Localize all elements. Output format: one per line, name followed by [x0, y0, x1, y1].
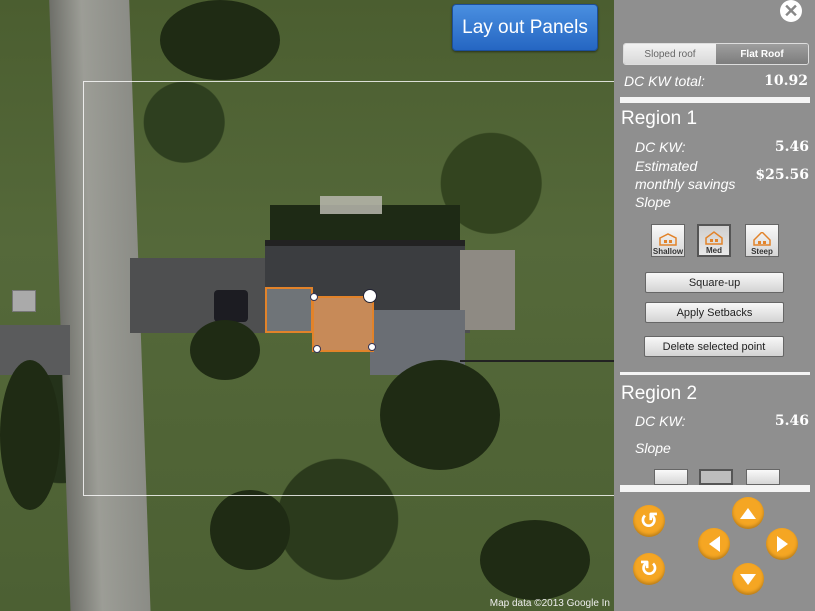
- rotate-cw-button[interactable]: ↻: [633, 553, 665, 585]
- region-2-slope-label: Slope: [635, 440, 671, 456]
- region-1-title: Region 1: [621, 108, 698, 129]
- slope-shallow-button[interactable]: Shallow: [651, 224, 685, 257]
- rotate-ccw-button[interactable]: ↺: [633, 505, 665, 537]
- region-2-slope-shallow-button[interactable]: [654, 469, 688, 485]
- sloped-roof-option[interactable]: Sloped roof: [624, 44, 716, 64]
- move-right-button[interactable]: [766, 528, 798, 560]
- arrow-right-icon: [776, 536, 788, 552]
- slope-steep-button[interactable]: Steep: [745, 224, 779, 257]
- roof-type-toggle[interactable]: Sloped roof Flat Roof: [623, 43, 809, 65]
- region-1-savings-label-2: monthly savings: [635, 176, 736, 192]
- region-2-title: Region 2: [621, 383, 698, 404]
- region-1-slope-label: Slope: [635, 194, 671, 210]
- flat-roof-option[interactable]: Flat Roof: [716, 44, 808, 64]
- tree: [480, 520, 590, 600]
- house-med-icon: [705, 231, 723, 245]
- region-1-dc-label: DC KW:: [635, 139, 686, 155]
- house-steep-icon: [753, 232, 771, 246]
- apply-setbacks-button[interactable]: Apply Setbacks: [645, 302, 784, 323]
- region-2-dc-row: DC KW: 5.46: [635, 413, 809, 429]
- dc-total-row: DC KW total: 10.92: [624, 73, 808, 89]
- rotate-ccw-icon: ↺: [639, 508, 659, 533]
- region-1-dc-value: 5.46: [774, 139, 809, 155]
- move-up-button[interactable]: [732, 497, 764, 529]
- move-left-button[interactable]: [698, 528, 730, 560]
- region-1-dc-row: DC KW: 5.46: [635, 139, 809, 155]
- vertex-handle[interactable]: [368, 343, 376, 351]
- region-2-dc-value: 5.46: [774, 413, 809, 429]
- region-1-savings-value: $25.56: [755, 167, 809, 183]
- square-up-button[interactable]: Square-up: [645, 272, 784, 293]
- tree: [210, 490, 290, 570]
- arrow-down-icon: [740, 573, 756, 585]
- delete-selected-point-button[interactable]: Delete selected point: [644, 336, 784, 357]
- slope-med-button[interactable]: Med: [697, 224, 731, 257]
- panel-region-1[interactable]: [312, 296, 374, 352]
- divider: [620, 372, 810, 375]
- map-attribution: Map data ©2013 Google In: [489, 598, 610, 609]
- slope-steep-label: Steep: [751, 247, 773, 256]
- tree: [160, 0, 280, 80]
- selected-vertex-handle[interactable]: [363, 289, 377, 303]
- rotate-cw-icon: ↻: [639, 556, 659, 581]
- dc-total-label: DC KW total:: [624, 73, 705, 89]
- side-panel: ✕ Sloped roof Flat Roof DC KW total: 10.…: [614, 0, 815, 611]
- region-bounding-box: [83, 81, 614, 496]
- divider: [620, 485, 810, 492]
- vertex-handle[interactable]: [310, 293, 318, 301]
- lay-out-panels-button[interactable]: Lay out Panels: [452, 4, 598, 51]
- slope-shallow-label: Shallow: [652, 247, 684, 256]
- region-1-savings-label-1: Estimated: [635, 158, 698, 174]
- dc-total-value: 10.92: [764, 73, 808, 89]
- panel-region-2[interactable]: [265, 287, 313, 333]
- satellite-map[interactable]: Lay out Panels Map data ©2013 Google In: [0, 0, 614, 611]
- region-2-slope-med-button[interactable]: [699, 469, 733, 485]
- move-down-button[interactable]: [732, 563, 764, 595]
- divider: [620, 97, 810, 103]
- vertex-handle[interactable]: [313, 345, 321, 353]
- arrow-up-icon: [740, 507, 756, 519]
- house-shallow-icon: [659, 233, 677, 246]
- close-icon[interactable]: ✕: [780, 0, 802, 22]
- region-2-dc-label: DC KW:: [635, 413, 686, 429]
- tree: [0, 360, 60, 510]
- slope-med-label: Med: [706, 246, 722, 255]
- region-2-slope-steep-button[interactable]: [746, 469, 780, 485]
- mailbox: [12, 290, 36, 312]
- arrow-left-icon: [708, 536, 720, 552]
